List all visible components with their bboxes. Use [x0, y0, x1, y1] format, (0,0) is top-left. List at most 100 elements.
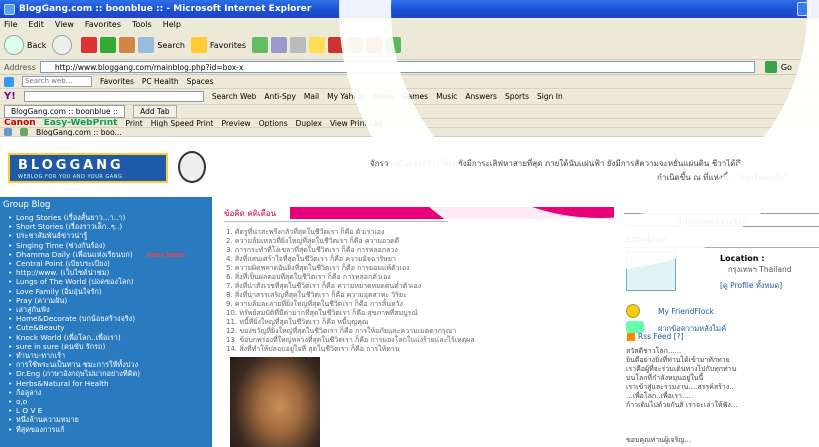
stop-icon[interactable]	[81, 37, 98, 53]
research-icon[interactable]	[366, 37, 383, 53]
pc-health-link[interactable]: PC Health	[142, 77, 179, 86]
favorites-link[interactable]: Favorites	[100, 77, 134, 86]
my-yahoo-button[interactable]: My Yahoo!	[327, 92, 365, 101]
window-controls[interactable]	[797, 2, 811, 16]
group-blog-item[interactable]: Dhamma Daily (เพื่อนแห่งเรียนบก)new here	[8, 250, 212, 259]
group-blog-list: Long Stories (เรื่องสั้นยาว...า..า)Short…	[0, 213, 212, 434]
media-icon[interactable]	[347, 37, 364, 53]
yahoo-logo[interactable]: Y!	[4, 91, 16, 102]
group-blog-item[interactable]: Cute&Beauty	[8, 323, 212, 332]
favorites-button[interactable]: Favorites	[190, 37, 246, 53]
msn-icon	[4, 76, 14, 87]
group-blog-item[interactable]: Short Stories (เรื่องราวเล็ก..ๆ..)	[8, 222, 212, 231]
view-profile-link[interactable]: [ดู Profile ทั้งหมด]	[720, 280, 782, 292]
anti-spy-button[interactable]: Anti-Spy	[264, 92, 296, 101]
address-input[interactable]: http://www.bloggang.com/mainblog.php?id=…	[39, 61, 755, 73]
main-post: ข้อคิด คติเตือน 1. ศัตรูที่น่าสะพรึงกลัว…	[224, 207, 614, 447]
search-web-button[interactable]: Search Web	[212, 92, 257, 101]
location-value: กรุงเทพฯ Thailand	[728, 265, 792, 274]
menu-help[interactable]: Help	[163, 20, 181, 29]
group-blog-item[interactable]: Long Stories (เรื่องสั้นยาว...า..า)	[8, 213, 212, 222]
sports-button[interactable]: Sports	[505, 92, 529, 101]
friendflock-link[interactable]: My FriendFlock	[658, 307, 714, 316]
refresh-icon[interactable]	[100, 37, 117, 53]
msn-search-input[interactable]: Search web...	[22, 76, 92, 87]
mail-icon[interactable]	[271, 37, 288, 53]
announcement-box: [ประกาศผลรางวัล]	[624, 213, 819, 227]
group-blog-item[interactable]: http://www. (เว็บไซต์น่าชม)	[8, 268, 212, 277]
messenger-icon[interactable]	[328, 37, 345, 53]
new-tab-icon[interactable]	[20, 128, 28, 136]
group-blog-item[interactable]: o,o	[8, 397, 212, 406]
preview-button[interactable]: Preview	[222, 119, 251, 127]
menu-tools[interactable]: Tools	[132, 20, 152, 29]
announcement-link[interactable]: [ประกาศผลรางวัล]	[679, 215, 745, 228]
bloggang-logo[interactable]: BLOGGANG WEBLOG FOR YOU AND YOUR GANG	[8, 153, 168, 183]
motto-line: ยินดีอย่างยิ่งที่ท่านได้เข้ามาทักทาย	[626, 356, 730, 364]
music-button[interactable]: Music	[436, 92, 457, 101]
menu-edit[interactable]: Edit	[28, 20, 44, 29]
sign-in-button[interactable]: Sign In	[537, 92, 563, 101]
location-label: Location :	[720, 254, 765, 263]
menu-view[interactable]: View	[55, 20, 74, 29]
post-entry: 3. การกระทำที่โง่เขลาที่สุดในชีวิตเรา ก็…	[226, 246, 398, 254]
group-blog-item[interactable]: Singing Time (ช่วงกันร้อง)	[8, 241, 212, 250]
answers-button[interactable]: Answers	[465, 92, 497, 101]
easy-webprint-menu[interactable]: Easy-WebPrint	[44, 119, 118, 127]
post-entry: 7. สิ่งที่น่าสังเวชที่สุดในชีวิตเรา ก็คื…	[226, 282, 422, 290]
links-bar-tab[interactable]: BlogGang.com :: boo...	[36, 128, 122, 136]
post-entry: 2. ความล้มเหลวที่ยิ่งใหญ่ที่สุดในชีวิตเร…	[226, 237, 400, 245]
history-icon[interactable]	[252, 37, 269, 53]
group-blog-item[interactable]: เล่าสู่กันฟัง	[8, 305, 212, 314]
post-entry: 4. สิ่งที่แสนเศร้าใจที่สุดในชีวิตเรา ก็ค…	[226, 255, 396, 263]
group-blog-item[interactable]: Knock World (เพื่อโลก..เพื่อเรา)	[8, 333, 212, 342]
games-button[interactable]: Games	[402, 92, 428, 101]
rss-feed-link[interactable]: Rss Feed [?]	[638, 332, 684, 341]
back-button[interactable]: Back	[4, 35, 46, 55]
print-icon[interactable]	[290, 37, 307, 53]
group-blog-item[interactable]: Dr.Eng (ภาษาอังกฤษไม่มากอย่างที่คิด)	[8, 369, 212, 378]
high-speed-print-button[interactable]: High Speed Print	[151, 119, 214, 127]
group-blog-item[interactable]: ประชาสัมพันธ์ข่าวน่ารู้	[8, 231, 212, 240]
divider	[624, 247, 819, 248]
group-blog-item[interactable]: Home&Decorate (บกน้อยสร้างจริง)	[8, 314, 212, 323]
group-blog-item[interactable]: Pray (ความฝัน)	[8, 296, 212, 305]
group-blog-item[interactable]: ที่สุดของการแก้	[8, 425, 212, 434]
menu-favorites[interactable]: Favorites	[85, 20, 121, 29]
group-blog-item[interactable]: ก้อลูลาง	[8, 388, 212, 397]
home-icon[interactable]	[119, 37, 136, 53]
yahoo-search-input[interactable]	[23, 91, 204, 102]
star-icon	[190, 37, 207, 53]
add-tab-button[interactable]: Add Tab	[133, 105, 177, 118]
motto-line: ...เพื่อโลก..เพื่อเรา.....	[626, 392, 694, 400]
group-blog-item[interactable]: หนึ่งล้านความหมาย	[8, 415, 212, 424]
group-blog-item[interactable]: Herbs&Natural for Health	[8, 379, 212, 388]
menu-file[interactable]: File	[4, 20, 17, 29]
post-entry: 6. สิ่งที่เป็นผลตอบที่สุดในชีวิตเรา ก็คื…	[226, 273, 391, 281]
page-content: BLOGGANG WEBLOG FOR YOU AND YOUR GANG จั…	[0, 137, 819, 447]
motto-line: เราคือผู้ที่จะร่วมเดินทางไปกับทุกท่าน	[626, 365, 737, 373]
group-blog-item[interactable]: Love Family (อิ่มอุ่นใจรัก)	[8, 287, 212, 296]
print-button[interactable]: Print	[125, 119, 142, 127]
options-button[interactable]: Options	[259, 119, 288, 127]
blog-motto: สวัสดีชาวโลก...... ยินดีอย่างยิ่งที่ท่านไ…	[626, 347, 738, 410]
tab-bloggang[interactable]: BlogGang.com :: boonblue ::	[4, 105, 126, 118]
tab-strip: BlogGang.com :: boonblue :: Add Tab	[0, 105, 819, 119]
forward-button[interactable]	[52, 35, 75, 55]
news-button[interactable]: News	[374, 92, 394, 101]
mail-button[interactable]: Mail	[304, 92, 319, 101]
view-print-list-button[interactable]: View Print List	[330, 119, 383, 127]
group-blog-item[interactable]: Lungs of The World (ปอดของโลก)	[8, 277, 212, 286]
spaces-link[interactable]: Spaces	[187, 77, 214, 86]
people-icon[interactable]	[385, 37, 402, 53]
go-icon[interactable]	[764, 61, 777, 73]
window-title: BlogGang.com :: boonblue :: - Microsoft …	[19, 4, 312, 14]
go-button[interactable]: Go	[781, 63, 792, 72]
folder-icon[interactable]	[309, 37, 326, 53]
tab-list-icon[interactable]	[4, 128, 12, 136]
group-blog-item[interactable]: Central Point (เบียบระเบียง)	[8, 259, 212, 268]
search-button[interactable]: Search	[138, 37, 185, 53]
group-blog-item[interactable]: sure in sure (คนขับ รักรถ)	[8, 342, 212, 351]
group-blog-item[interactable]: ทำนาบ-ทากเร้า	[8, 351, 212, 360]
duplex-button[interactable]: Duplex	[296, 119, 322, 127]
